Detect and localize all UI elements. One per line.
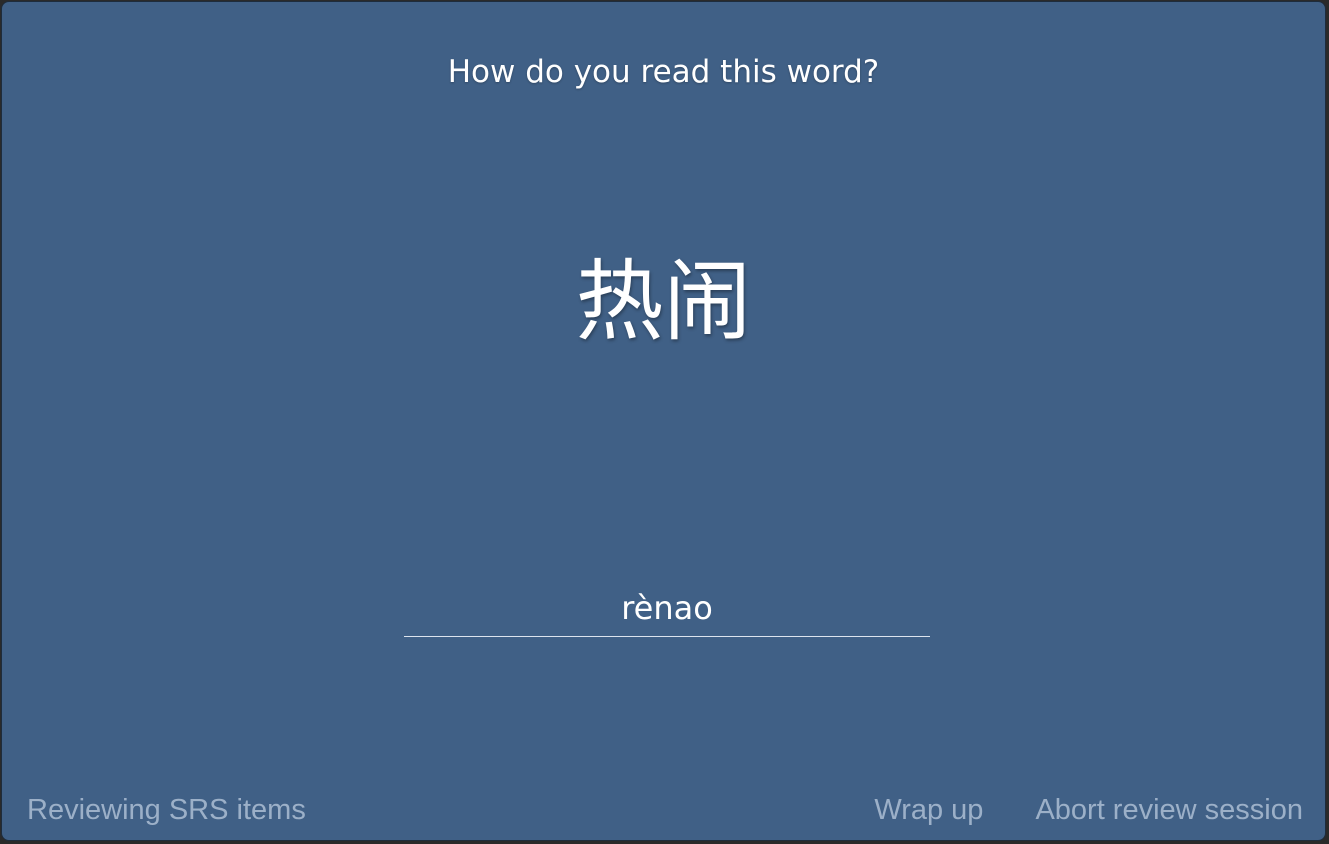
footer-actions: Wrap up Abort review session — [874, 792, 1303, 828]
answer-field-container — [404, 580, 930, 637]
answer-input[interactable] — [404, 580, 930, 636]
review-card: How do you read this word? 热闹 Reviewing … — [1, 1, 1326, 841]
session-status: Reviewing SRS items — [27, 794, 306, 826]
question-prompt: How do you read this word? — [447, 54, 880, 90]
vocabulary-word: 热闹 — [575, 250, 752, 353]
abort-session-button[interactable]: Abort review session — [1035, 792, 1303, 828]
wrap-up-button[interactable]: Wrap up — [874, 792, 983, 828]
